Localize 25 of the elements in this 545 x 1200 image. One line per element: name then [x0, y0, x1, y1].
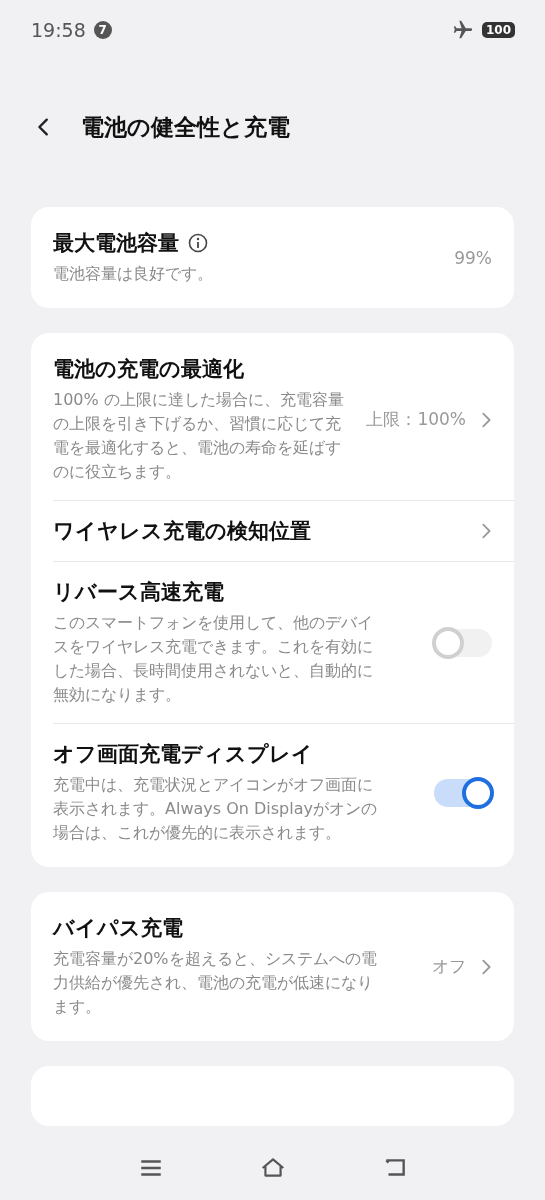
status-time: 19:58	[31, 19, 86, 41]
chevron-right-icon[interactable]	[480, 522, 492, 540]
setting-title: バイパス充電	[53, 915, 183, 942]
setting-value: 上限：100%	[366, 408, 466, 431]
setting-title: 最大電池容量	[53, 230, 179, 257]
chevron-right-icon[interactable]	[480, 410, 492, 429]
setting-description: 充電中は、充電状況とアイコンがオフ画面に表示されます。Always On Displayがオンの場合は、これが優先的に表示されます。	[53, 774, 378, 844]
battery-indicator: 100	[481, 22, 515, 38]
setting-title: ワイヤレス充電の検知位置	[53, 518, 311, 545]
notification-badge: 7	[93, 21, 112, 39]
setting-value: オフ	[432, 955, 466, 978]
setting-title: オフ画面充電ディスプレイ	[53, 741, 313, 768]
setting-title: 電池の充電の最適化	[53, 356, 244, 383]
setting-description: 100% の上限に達した場合に、充電容量の上限を引き下げるか、習慣に応じて充電を最適化すると、電池の寿命を延ばすのに役立ちます。	[53, 389, 345, 483]
toggle-switch[interactable]	[434, 778, 492, 807]
setting-description: 電池容量は良好です。	[53, 263, 214, 285]
setting-description: 充電容量が20%を超えると、システムへの電力供給が優先され、電池の充電が低速になります。	[53, 948, 378, 1018]
airplane-icon	[451, 19, 474, 41]
toggle-switch[interactable]	[434, 628, 492, 657]
setting-description: このスマートフォンを使用して、他のデバイスをワイヤレス充電できます。これを有効にした場合、長時間使用されないと、自動的に無効になります。	[53, 612, 374, 706]
chevron-right-icon[interactable]	[480, 957, 492, 976]
page-title: 電池の健全性と充電	[81, 112, 290, 142]
setting-value: 99%	[454, 247, 492, 268]
info-icon[interactable]	[188, 233, 208, 253]
setting-title: リバース高速充電	[53, 579, 224, 606]
